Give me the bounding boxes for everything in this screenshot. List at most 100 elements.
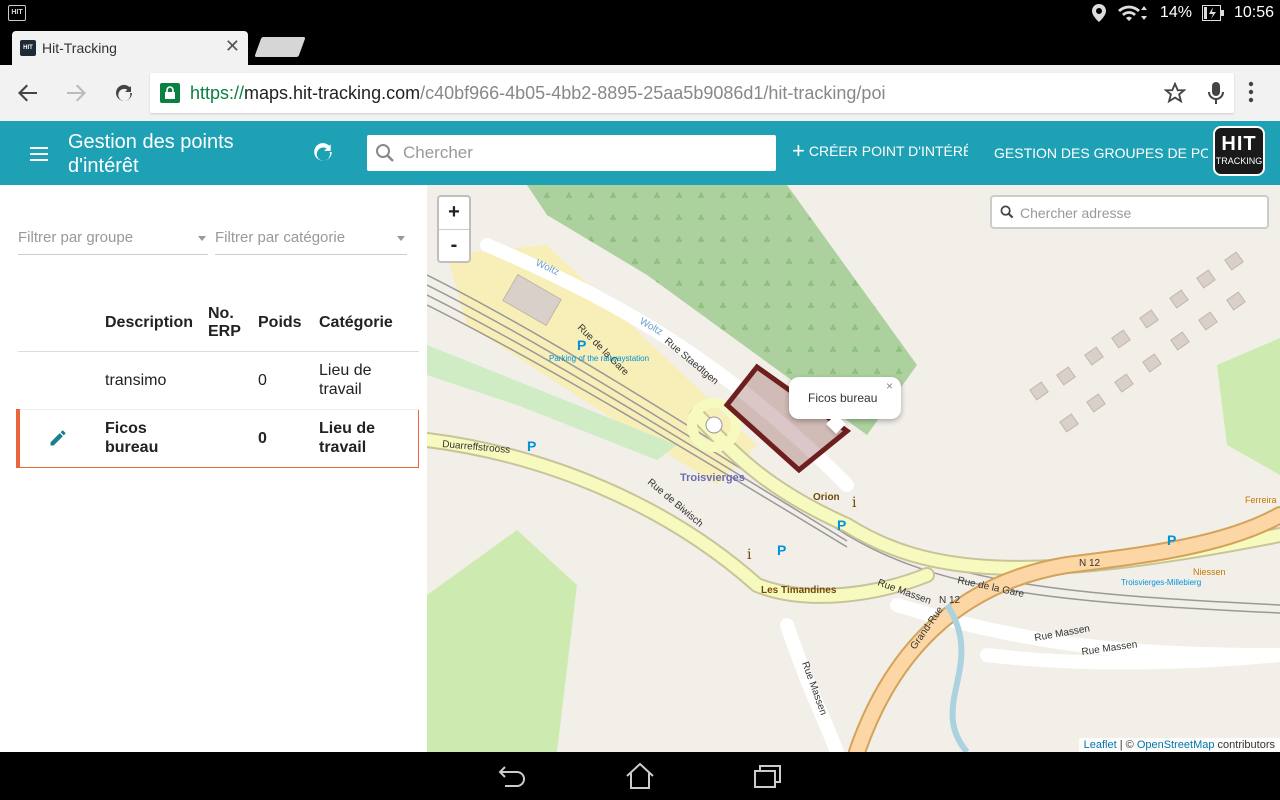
map-label: Troisvierges-Millebierg (1121, 578, 1201, 587)
column-header-erp[interactable]: No. ERP (208, 295, 258, 352)
column-header-description[interactable]: Description (105, 295, 208, 352)
poi-table: Description No. ERP Poids Catégorie tran… (16, 295, 419, 468)
tab-close-icon[interactable]: ✕ (225, 36, 240, 57)
svg-text:P: P (577, 337, 586, 353)
table-header-row: Description No. ERP Poids Catégorie (18, 295, 419, 352)
battery-charging-icon (1201, 5, 1224, 21)
address-search-input[interactable] (1020, 201, 1260, 225)
lock-icon (160, 83, 180, 103)
svg-text:P: P (1167, 532, 1176, 548)
leaflet-link[interactable]: Leaflet (1084, 739, 1117, 751)
map-attribution: Leaflet | © OpenStreetMap contributors (1078, 738, 1280, 752)
svg-text:P: P (777, 542, 786, 558)
cell-description: transimo (105, 351, 208, 410)
search-input[interactable] (403, 139, 763, 167)
zoom-out-button[interactable]: - (439, 229, 469, 261)
create-poi-button[interactable]: + CRÉER POINT D'INTÉRÊT (792, 143, 968, 159)
poi-search (367, 135, 776, 171)
map-tiles: ♣ (427, 185, 1280, 752)
cell-category: Lieu de travail (319, 408, 419, 468)
tab-title: Hit-Tracking (42, 40, 117, 56)
map-label: Orion (813, 492, 840, 503)
cell-weight: 0 (258, 408, 319, 468)
popup-text: Ficos bureau (808, 391, 878, 405)
zoom-in-button[interactable]: + (439, 197, 469, 229)
group-filter-placeholder: Filtrer par groupe (18, 229, 134, 246)
android-nav-bar (0, 752, 1280, 800)
plus-icon: + (792, 143, 805, 159)
reload-icon (116, 84, 132, 101)
cell-erp (208, 351, 258, 410)
popup-close-icon[interactable]: × (886, 379, 893, 393)
address-search (990, 195, 1269, 229)
map-label: Niessen (1193, 567, 1226, 577)
microphone-icon[interactable] (1208, 81, 1224, 105)
svg-text:P: P (527, 438, 536, 454)
tab-favicon: HIT (20, 40, 36, 56)
url-text: https://maps.hit-tracking.com/c40bf966-4… (190, 83, 886, 103)
bookmark-star-icon[interactable] (1164, 82, 1186, 104)
search-icon (1000, 205, 1014, 219)
category-filter-placeholder: Filtrer par catégorie (215, 229, 346, 246)
search-icon (376, 144, 394, 162)
osm-link[interactable]: OpenStreetMap (1137, 739, 1215, 751)
browser-toolbar: https://maps.hit-tracking.com/c40bf966-4… (0, 65, 1280, 121)
cell-erp (208, 408, 258, 468)
map-label: Troisvierges (680, 472, 745, 484)
refresh-icon[interactable] (312, 141, 334, 163)
zoom-control: + - (437, 195, 471, 263)
cell-category: Lieu de travail (319, 351, 419, 410)
poi-groups-label: GESTION DES GROUPES DE POI (994, 145, 1208, 161)
hit-tracking-logo: HIT TRACKING (1213, 126, 1265, 176)
location-icon (1091, 4, 1106, 22)
android-status-bar: HIT 14% 10:56 (0, 0, 1280, 25)
svg-text:P: P (837, 517, 846, 533)
svg-text:i: i (852, 495, 857, 511)
nav-recents-button[interactable] (752, 760, 784, 792)
clock: 10:56 (1233, 4, 1274, 21)
browser-tab-active[interactable]: HIT Hit-Tracking ✕ (12, 31, 248, 65)
reload-button[interactable] (110, 79, 138, 107)
forward-arrow-icon (67, 84, 86, 102)
map-popup: Ficos bureau × (789, 377, 901, 434)
group-filter-select[interactable]: Filtrer par groupe (18, 229, 208, 255)
nav-home-button[interactable] (624, 760, 656, 792)
map-label: Les Timandines (761, 585, 837, 596)
map-view[interactable]: ♣ (427, 185, 1280, 752)
home-icon (626, 762, 654, 789)
wifi-icon (1117, 5, 1147, 21)
browser-menu-icon[interactable] (1248, 81, 1254, 103)
map-label: N 12 (1079, 558, 1101, 569)
chevron-down-icon (198, 236, 206, 241)
recents-icon (754, 765, 781, 788)
cell-weight: 0 (258, 351, 319, 410)
app-header: Gestion des points d'intérêt + CRÉER POI… (0, 121, 1280, 185)
browser-tab-strip: HIT Hit-Tracking ✕ (0, 25, 1280, 65)
back-icon (498, 766, 525, 787)
svg-text:i: i (747, 547, 752, 563)
category-filter-select[interactable]: Filtrer par catégorie (215, 229, 407, 255)
column-header-category[interactable]: Catégorie (319, 295, 419, 352)
cell-description: Ficos bureau (105, 408, 208, 468)
table-row-selected[interactable]: Ficos bureau 0 Lieu de travail (16, 408, 419, 468)
map-label: N 12 (939, 595, 961, 606)
map-label: Ferreira (1245, 495, 1277, 505)
map-label: Parking of the railwaystation (549, 354, 649, 363)
table-row[interactable]: transimo 0 Lieu de travail (18, 351, 419, 410)
nav-back-button[interactable] (496, 760, 528, 792)
hamburger-menu-icon[interactable] (30, 143, 54, 163)
create-poi-label: CRÉER POINT D'INTÉRÊT (808, 143, 968, 159)
battery-percent: 14% (1159, 4, 1192, 21)
back-button[interactable] (14, 79, 42, 107)
new-tab-button[interactable] (254, 37, 306, 57)
poi-groups-button[interactable]: GESTION DES GROUPES DE POI (990, 143, 1208, 163)
notification-app-icon: HIT (8, 5, 26, 21)
page-title: Gestion des points d'intérêt (68, 131, 234, 177)
chevron-down-icon (397, 236, 405, 241)
back-arrow-icon (18, 84, 37, 102)
forward-button[interactable] (62, 79, 90, 107)
address-bar[interactable]: https://maps.hit-tracking.com/c40bf966-4… (150, 73, 1234, 113)
poi-list-panel: Filtrer par groupe Filtrer par catégorie… (0, 185, 427, 752)
column-header-weight[interactable]: Poids (258, 295, 319, 352)
edit-pencil-icon[interactable] (48, 428, 68, 448)
